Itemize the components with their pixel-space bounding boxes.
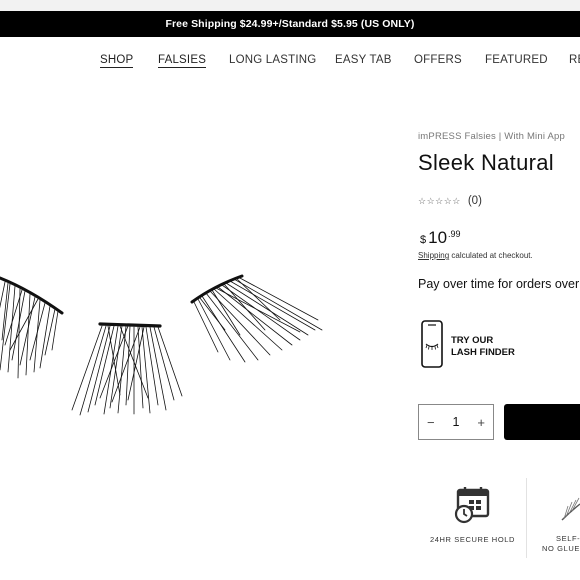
phone-eye-icon — [421, 320, 443, 373]
self-adhesive-label-bottom: NO GLUE — [542, 544, 580, 553]
lash-finder-line2: LASH FINDER — [451, 346, 515, 358]
calendar-clock-icon — [453, 486, 493, 529]
price-whole: 10 — [428, 228, 448, 247]
rating-count: (0) — [467, 195, 482, 207]
product-vendor: imPRESS Falsies | With Mini App — [418, 131, 565, 142]
product-image[interactable] — [0, 240, 340, 430]
shipping-link[interactable]: Shipping — [418, 251, 449, 260]
secure-hold-label: 24HR SECURE HOLD — [430, 535, 516, 544]
shipping-note: Shipping calculated at checkout. — [418, 251, 533, 260]
quantity-decrease-button[interactable]: − — [427, 415, 435, 430]
product-price: $ 10 .99 — [420, 228, 461, 248]
quantity-increase-button[interactable]: + — [477, 415, 485, 430]
lash-finder-line1: TRY OUR — [451, 334, 494, 346]
lash-finder-link[interactable]: TRY OUR LASH FINDER — [421, 320, 515, 373]
badge-divider — [526, 478, 527, 558]
rating-stars-icon: ☆☆☆☆☆ — [418, 195, 461, 206]
quantity-stepper: − 1 + — [418, 404, 494, 440]
announcement-text: Free Shipping $24.99+/Standard $5.95 (US… — [165, 18, 415, 30]
product-rating[interactable]: ☆☆☆☆☆ (0) — [418, 195, 482, 207]
browser-top-strip — [0, 0, 580, 11]
pay-over-time-text: Pay over time for orders over — [418, 277, 580, 291]
lash-finder-label: TRY OUR LASH FINDER — [451, 335, 515, 359]
nav-item-more[interactable]: RE — [569, 54, 580, 66]
nav-item-shop[interactable]: SHOP — [100, 54, 134, 68]
nav-item-falsies[interactable]: FALSIES — [158, 54, 207, 68]
self-adhesive-label-top: SELF- — [556, 534, 580, 543]
nav-item-offers[interactable]: OFFERS — [414, 54, 462, 66]
price-currency: $ — [420, 234, 427, 246]
main-nav: SHOP FALSIES LONG LASTING EASY TAB OFFER… — [0, 54, 580, 74]
price-cents: .99 — [448, 229, 461, 239]
lash-icon — [560, 494, 580, 529]
quantity-input[interactable]: 1 — [453, 415, 460, 429]
nav-item-easy-tab[interactable]: EASY TAB — [335, 54, 392, 66]
product-title: Sleek Natural — [418, 150, 554, 175]
announcement-bar: Free Shipping $24.99+/Standard $5.95 (US… — [0, 11, 580, 37]
nav-item-long-lasting[interactable]: LONG LASTING — [229, 54, 316, 66]
add-to-cart-button[interactable] — [504, 404, 580, 440]
shipping-text: calculated at checkout. — [449, 251, 533, 260]
nav-item-featured[interactable]: FEATURED — [485, 54, 548, 66]
